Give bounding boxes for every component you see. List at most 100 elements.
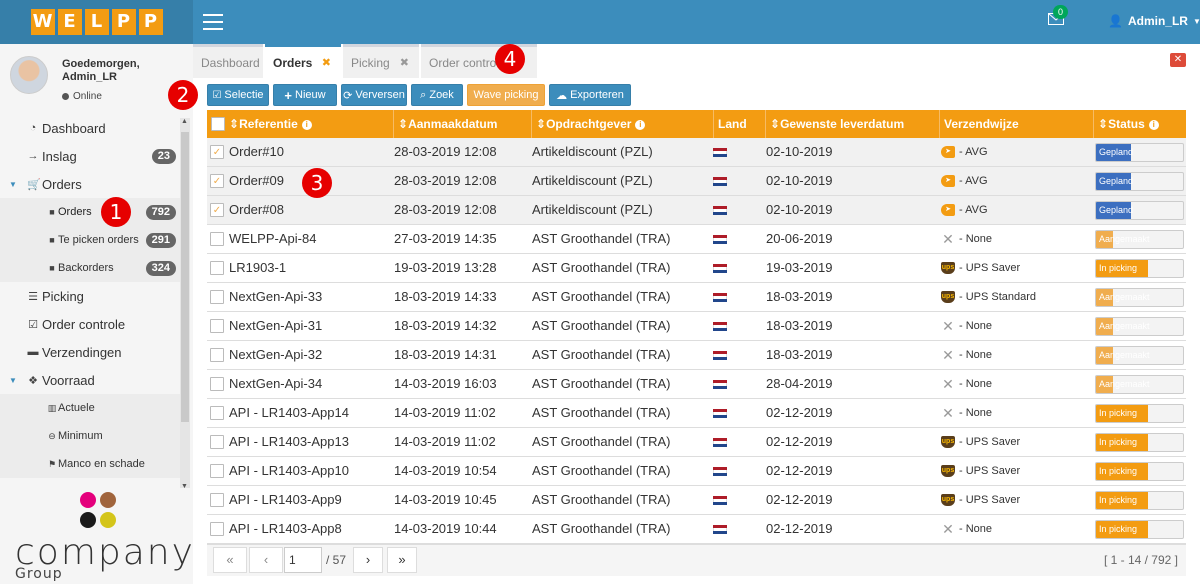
page-number-input[interactable]: 1 bbox=[284, 547, 322, 573]
wave-picking-button[interactable]: Wave picking bbox=[467, 84, 545, 106]
cell-referentie[interactable]: API - LR1403-App14 bbox=[229, 399, 389, 427]
sidebar-item-te-picken-orders[interactable]: ■ Te picken orders 291 bbox=[0, 226, 180, 254]
sidebar-item-inslag[interactable]: → Inslag 23 bbox=[0, 142, 180, 170]
table-row[interactable]: API - LR1403-App8 14-03-2019 10:44 AST Gro… bbox=[207, 515, 1186, 544]
prev-page-button[interactable]: ‹ bbox=[249, 547, 283, 573]
row-checkbox[interactable] bbox=[210, 261, 224, 275]
table-row[interactable]: API - LR1403-App9 14-03-2019 10:45 AST Gro… bbox=[207, 486, 1186, 515]
row-checkbox[interactable] bbox=[210, 406, 224, 420]
cell-referentie[interactable]: NextGen-Api-34 bbox=[229, 370, 389, 398]
sidebar-item-orders[interactable]: ■ Orders 792 bbox=[0, 198, 180, 226]
scroll-thumb[interactable] bbox=[181, 132, 189, 422]
table-row[interactable]: ✓ Order#09 28-03-2019 12:08 Artikeldiscount… bbox=[207, 167, 1186, 196]
cell-opdrachtgever: AST Groothandel (TRA) bbox=[532, 231, 671, 246]
cell-gewenste-leverdatum: 02-12-2019 bbox=[766, 434, 833, 449]
last-page-button[interactable]: » bbox=[387, 547, 417, 573]
sidebar-scrollbar[interactable]: ▲ ▼ bbox=[180, 118, 190, 490]
sidebar-item-picking[interactable]: ☰ Picking bbox=[0, 282, 180, 310]
close-all-tabs-button[interactable]: ✕ bbox=[1170, 53, 1186, 67]
cell-opdrachtgever: AST Groothandel (TRA) bbox=[532, 260, 671, 275]
selectie-button[interactable]: ☑ Selectie bbox=[207, 84, 269, 106]
col-verzendwijze[interactable]: Verzendwijze bbox=[940, 110, 1094, 138]
sidebar-item-backorders[interactable]: ■ Backorders 324 bbox=[0, 254, 180, 282]
table-row[interactable]: NextGen-Api-33 18-03-2019 14:33 AST Grooth… bbox=[207, 283, 1186, 312]
cell-aanmaakdatum: 28-03-2019 12:08 bbox=[394, 144, 497, 159]
sidebar-item-order-controle[interactable]: ☑ Order controle bbox=[0, 310, 180, 338]
table-row[interactable]: ✓ Order#08 28-03-2019 12:08 Artikeldiscount… bbox=[207, 196, 1186, 225]
sidebar-item-orders[interactable]: ▼ 🛒 Orders bbox=[0, 170, 180, 198]
cell-referentie[interactable]: LR1903-1 bbox=[229, 254, 389, 282]
zoek-button[interactable]: ⌕ Zoek bbox=[411, 84, 463, 106]
row-checkbox[interactable] bbox=[210, 377, 224, 391]
table-row[interactable]: API - LR1403-App14 14-03-2019 11:02 AST Gr… bbox=[207, 399, 1186, 428]
table-row[interactable]: API - LR1403-App10 14-03-2019 10:54 AST Gr… bbox=[207, 457, 1186, 486]
row-checkbox[interactable] bbox=[210, 522, 224, 536]
cell-gewenste-leverdatum: 02-12-2019 bbox=[766, 463, 833, 478]
verversen-button[interactable]: ⟳ Verversen bbox=[341, 84, 407, 106]
sidebar-item-manco-en-schade[interactable]: ⚑ Manco en schade bbox=[0, 450, 180, 478]
row-checkbox[interactable] bbox=[210, 435, 224, 449]
status-progress-bar: Aangemaakt bbox=[1095, 288, 1184, 307]
col-opdrachtgever[interactable]: ⇕Opdrachtgever i bbox=[532, 110, 714, 138]
sidebar-item-dashboard[interactable]: ◔ Dashboard bbox=[0, 114, 180, 142]
select-all-checkbox[interactable] bbox=[211, 117, 225, 131]
info-icon[interactable]: i bbox=[635, 120, 646, 130]
cell-referentie[interactable]: API - LR1403-App10 bbox=[229, 457, 389, 485]
tab-orders[interactable]: Orders ✖ bbox=[265, 44, 341, 78]
logo-area[interactable]: W E L P P bbox=[0, 0, 193, 44]
orders-table: ⇕Referentie i ⇕Aanmaakdatum ⇕Opdrachtgeve… bbox=[207, 110, 1186, 544]
info-icon[interactable]: i bbox=[301, 120, 312, 130]
table-row[interactable]: WELPP-Api-84 27-03-2019 14:35 AST Groothan… bbox=[207, 225, 1186, 254]
table-row[interactable]: NextGen-Api-34 14-03-2019 16:03 AST Grooth… bbox=[207, 370, 1186, 399]
sidebar-item-label: Voorraad bbox=[42, 372, 95, 388]
cell-verzendwijze: - None bbox=[959, 233, 993, 245]
row-checkbox[interactable] bbox=[210, 319, 224, 333]
sidebar-item-verzendingen[interactable]: ▬ Verzendingen bbox=[0, 338, 180, 366]
cell-referentie[interactable]: Order#08 bbox=[229, 196, 389, 224]
info-icon[interactable]: i bbox=[1148, 120, 1159, 130]
cell-opdrachtgever: AST Groothandel (TRA) bbox=[532, 521, 671, 536]
close-tab-icon[interactable]: ✖ bbox=[322, 56, 331, 69]
cell-opdrachtgever: AST Groothandel (TRA) bbox=[532, 318, 671, 333]
row-checkbox[interactable] bbox=[210, 493, 224, 507]
menu-toggle-icon[interactable] bbox=[203, 14, 223, 30]
netherlands-flag-icon bbox=[713, 409, 727, 418]
table-row[interactable]: NextGen-Api-31 18-03-2019 14:32 AST Grooth… bbox=[207, 312, 1186, 341]
col-aanmaakdatum[interactable]: ⇕Aanmaakdatum bbox=[394, 110, 532, 138]
tab-picking[interactable]: Picking ✖ bbox=[343, 44, 419, 78]
row-checkbox[interactable] bbox=[210, 232, 224, 246]
row-checkbox[interactable] bbox=[210, 348, 224, 362]
cell-referentie[interactable]: API - LR1403-App9 bbox=[229, 486, 389, 514]
next-page-button[interactable]: › bbox=[353, 547, 383, 573]
cell-referentie[interactable]: API - LR1403-App13 bbox=[229, 428, 389, 456]
cell-referentie[interactable]: WELPP-Api-84 bbox=[229, 225, 389, 253]
col-land[interactable]: Land bbox=[714, 110, 766, 138]
table-row[interactable]: NextGen-Api-32 18-03-2019 14:31 AST Grooth… bbox=[207, 341, 1186, 370]
row-checkbox[interactable]: ✓ bbox=[210, 203, 224, 217]
cell-referentie[interactable]: NextGen-Api-33 bbox=[229, 283, 389, 311]
table-row[interactable]: ✓ Order#10 28-03-2019 12:08 Artikeldiscount… bbox=[207, 138, 1186, 167]
scroll-up-icon[interactable]: ▲ bbox=[181, 118, 188, 125]
sidebar-item-actuele[interactable]: ▥ Actuele bbox=[0, 394, 180, 422]
sidebar-item-minimum[interactable]: ⊖ Minimum bbox=[0, 422, 180, 450]
col-referentie[interactable]: ⇕Referentie i bbox=[207, 110, 394, 138]
cell-referentie[interactable]: API - LR1403-App8 bbox=[229, 515, 389, 543]
exporteren-button[interactable]: ☁ Exporteren bbox=[549, 84, 631, 106]
cell-referentie[interactable]: NextGen-Api-32 bbox=[229, 341, 389, 369]
nieuw-button[interactable]: + Nieuw bbox=[273, 84, 337, 106]
row-checkbox[interactable]: ✓ bbox=[210, 174, 224, 188]
tab-dashboard[interactable]: Dashboard bbox=[193, 44, 263, 78]
table-row[interactable]: API - LR1403-App13 14-03-2019 11:02 AST Gr… bbox=[207, 428, 1186, 457]
row-checkbox[interactable] bbox=[210, 464, 224, 478]
cell-referentie[interactable]: Order#10 bbox=[229, 138, 389, 166]
row-checkbox[interactable]: ✓ bbox=[210, 145, 224, 159]
user-menu[interactable]: 👤 Admin_LR ▼ bbox=[1108, 14, 1200, 28]
first-page-button[interactable]: « bbox=[213, 547, 247, 573]
col-status[interactable]: ⇕Status i bbox=[1094, 110, 1186, 138]
close-tab-icon[interactable]: ✖ bbox=[400, 56, 409, 69]
table-row[interactable]: LR1903-1 19-03-2019 13:28 AST Groothandel … bbox=[207, 254, 1186, 283]
cell-referentie[interactable]: NextGen-Api-31 bbox=[229, 312, 389, 340]
row-checkbox[interactable] bbox=[210, 290, 224, 304]
col-gewenste-leverdatum[interactable]: ⇕Gewenste leverdatum bbox=[766, 110, 940, 138]
sidebar-item-voorraad[interactable]: ▼ ❖ Voorraad bbox=[0, 366, 180, 394]
